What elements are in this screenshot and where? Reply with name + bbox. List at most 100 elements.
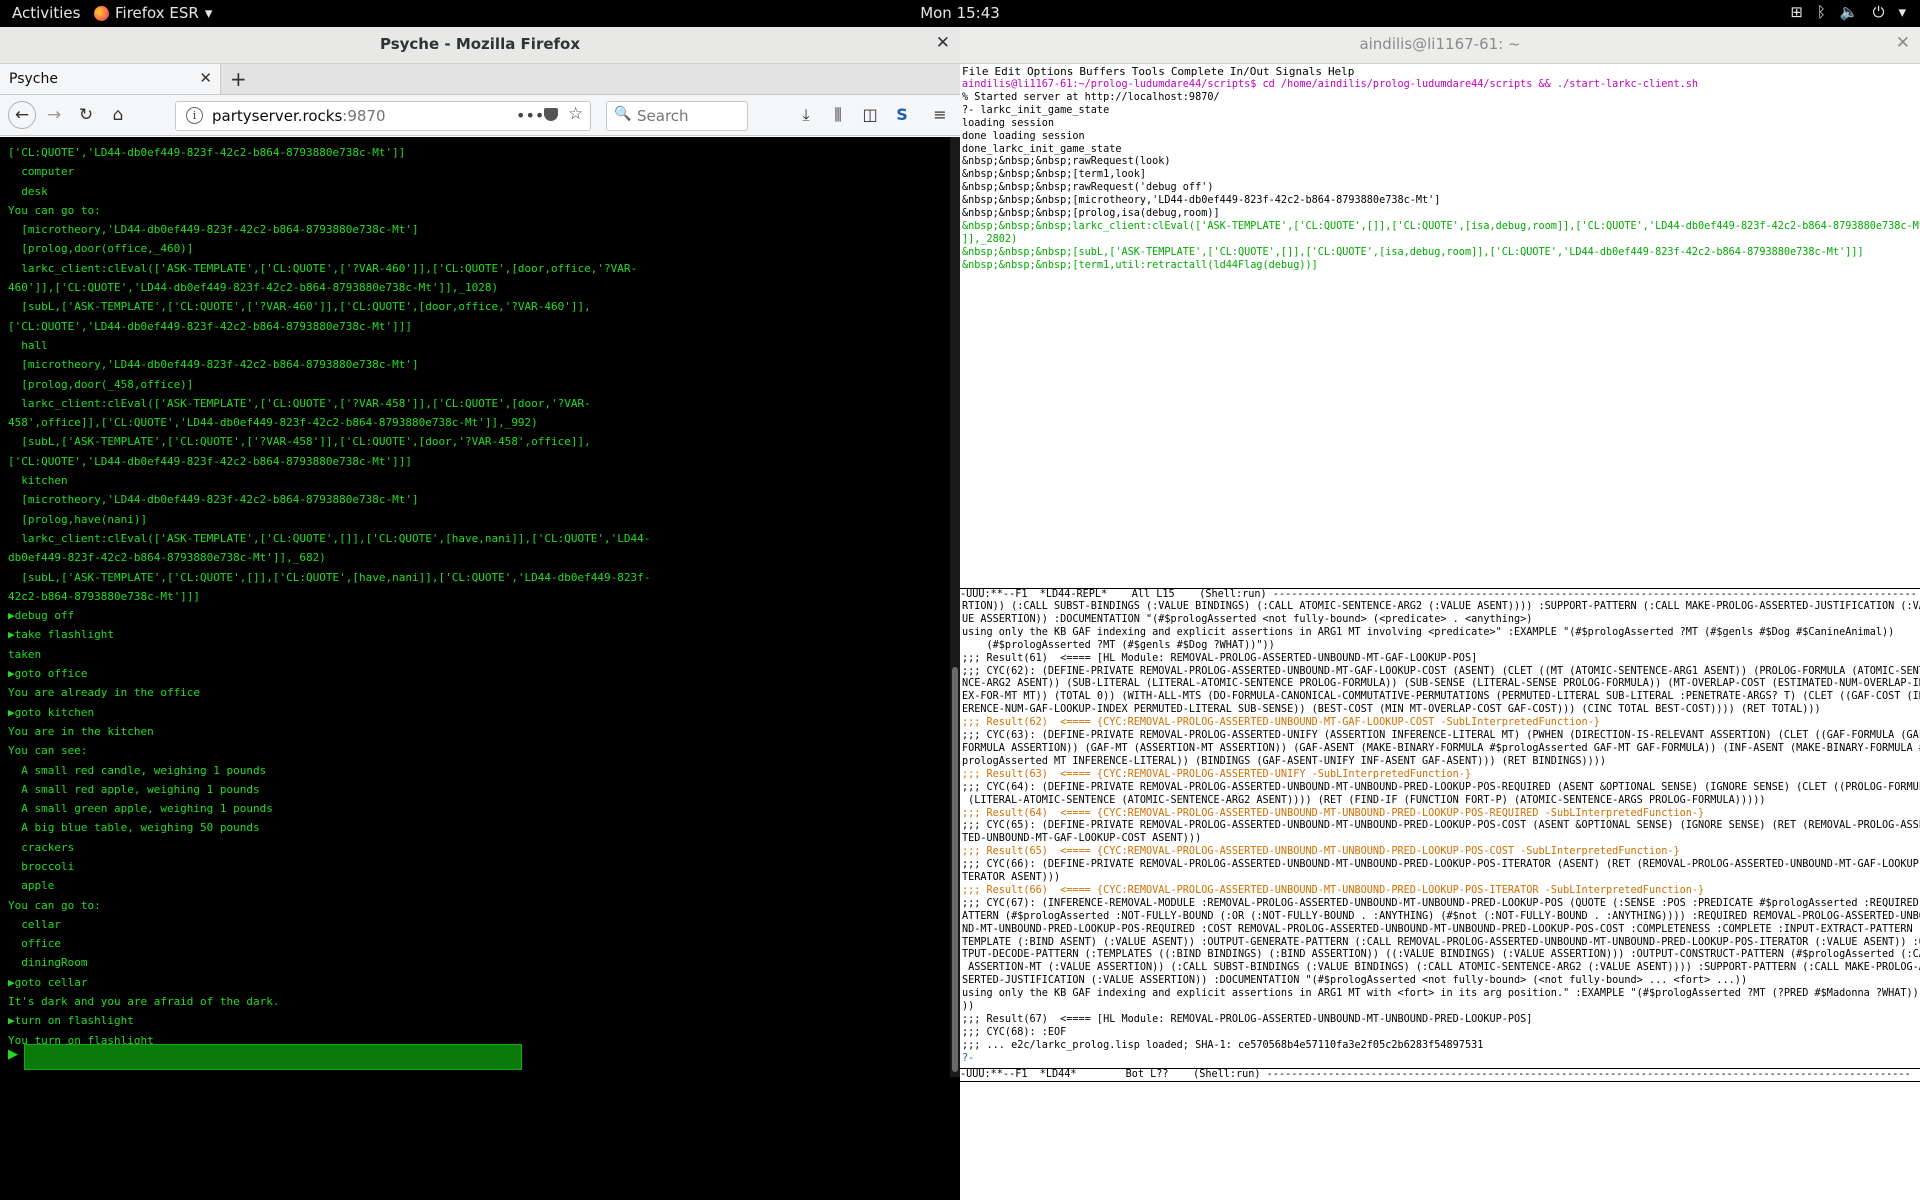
- game-line: A small red candle, weighing 1 pounds: [8, 763, 267, 777]
- tab-strip: Psyche ✕ +: [0, 64, 960, 95]
- tab-psyche[interactable]: Psyche ✕: [0, 64, 221, 94]
- close-icon[interactable]: ✕: [936, 33, 950, 53]
- shell-buffer-text: RTION)) (:CALL SUBST-BINDINGS (:VALUE BI…: [960, 601, 1920, 1066]
- game-line: cellar: [8, 917, 61, 931]
- buffer-line: &nbsp;&nbsp;&nbsp;[term1,util:retractall…: [962, 259, 1318, 271]
- info-icon[interactable]: i: [186, 107, 203, 124]
- app-menu[interactable]: Firefox ESR ▾: [94, 4, 212, 22]
- repl-buffer-text: aindilis@li1167-61:~/prolog-ludumdare44/…: [960, 79, 1920, 273]
- buffer-line: TED-UNBOUND-MT-GAF-LOOKUP-COST ASENT))): [962, 833, 1202, 845]
- buffer-line: EX-FOR-MT MT)) (TOTAL 0)) (WITH-ALL-MTS …: [962, 691, 1920, 703]
- buffer-line: &nbsp;&nbsp;&nbsp;[subL,['ASK-TEMPLATE',…: [962, 246, 1864, 258]
- game-line: A small green apple, weighing 1 pounds: [8, 802, 273, 816]
- buffer-line: ;;; Result(64) <==== {CYC:REMOVAL-PROLOG…: [962, 807, 1705, 819]
- buffer-line: ;;; CYC(67): (INFERENCE-REMOVAL-MODULE :…: [962, 897, 1920, 909]
- game-line: [microtheory,'LD44-db0ef449-823f-42c2-b8…: [8, 223, 419, 237]
- menu-item-tools[interactable]: Tools: [1132, 65, 1165, 78]
- window-title: Psyche - Mozilla Firefox: [379, 35, 581, 53]
- game-line: [microtheory,'LD44-db0ef449-823f-42c2-b8…: [8, 358, 419, 372]
- game-line: hall: [8, 338, 48, 352]
- menu-item-options[interactable]: Options: [1027, 65, 1073, 78]
- buffer-line: done loading session: [962, 130, 1085, 142]
- game-line: 458',office]],['CL:QUOTE','LD44-db0ef449…: [8, 416, 538, 430]
- page-actions-icon[interactable]: •••: [516, 106, 544, 125]
- buffer-line: done_larkc_init_game_state: [962, 143, 1122, 155]
- close-icon[interactable]: ✕: [1896, 33, 1910, 53]
- close-tab-icon[interactable]: ✕: [199, 69, 212, 87]
- game-line: taken: [8, 647, 42, 661]
- menu-item-edit[interactable]: Edit: [995, 65, 1022, 78]
- menu-item-file[interactable]: File: [962, 65, 989, 78]
- game-line: office: [8, 937, 61, 951]
- search-bar[interactable]: 🔍: [606, 101, 748, 131]
- buffer-line: &nbsp;&nbsp;&nbsp;larkc_client:clEval(['…: [962, 220, 1920, 232]
- buffer-line: FORMULA ASSERTION)) (GAF-MT (ASSERTION-M…: [962, 742, 1920, 754]
- game-line: ▶take flashlight: [8, 628, 114, 642]
- buffer-line: ATTERN (#$prologAsserted :NOT-FULLY-BOUN…: [962, 910, 1920, 922]
- game-line: A small red apple, weighing 1 pounds: [8, 782, 260, 796]
- scrollbar[interactable]: [950, 137, 960, 1077]
- game-line: A big blue table, weighing 50 pounds: [8, 821, 260, 835]
- buffer-line: ERENCE-NUM-GAF-LOOKUP-INDEX PERMUTED-LIT…: [962, 704, 1821, 716]
- activities-button[interactable]: Activities: [12, 4, 80, 22]
- new-tab-icon[interactable]: +: [230, 67, 247, 91]
- menu-item-help[interactable]: Help: [1328, 65, 1355, 78]
- game-line: You are already in the office: [8, 686, 201, 700]
- pocket-icon[interactable]: [544, 108, 558, 121]
- modeline-repl[interactable]: -UUU:**--F1 *LD44-REPL* All L15 (Shell:r…: [960, 588, 1920, 602]
- back-icon[interactable]: ←: [8, 101, 36, 129]
- sidebar-icon[interactable]: ◫: [858, 103, 882, 127]
- buffer-line: SERTED-JUSTIFICATION (:VALUE ASSERTION))…: [962, 975, 1748, 987]
- repl-buffer[interactable]: aindilis@li1167-61:~/prolog-ludumdare44/…: [960, 79, 1920, 588]
- home-icon[interactable]: ⌂: [106, 103, 130, 127]
- reload-icon[interactable]: ↻: [74, 103, 98, 127]
- game-line: You can go to:: [8, 203, 101, 217]
- buffer-line: NCE-ARG2 ASENT)) (SUB-LITERAL (LITERAL-A…: [962, 678, 1920, 690]
- shell-buffer[interactable]: RTION)) (:CALL SUBST-BINDINGS (:VALUE BI…: [960, 601, 1920, 1068]
- game-line: ['CL:QUOTE','LD44-db0ef449-823f-42c2-b86…: [8, 454, 412, 468]
- menu-item-buffers[interactable]: Buffers: [1079, 65, 1125, 78]
- url-bar[interactable]: i partyserver.rocks:9870 ••• ☆: [175, 101, 591, 131]
- firefox-icon: [94, 5, 109, 21]
- buffer-line: ?- larkc_init_game_state: [962, 104, 1110, 116]
- command-input[interactable]: [24, 1044, 522, 1070]
- buffer-line: ;;; Result(62) <==== {CYC:REMOVAL-PROLOG…: [962, 717, 1600, 729]
- menu-item-complete[interactable]: Complete: [1171, 65, 1224, 78]
- extension-s-icon[interactable]: S: [890, 103, 914, 127]
- game-line: [microtheory,'LD44-db0ef449-823f-42c2-b8…: [8, 493, 419, 507]
- prompt-arrow-icon: ▶: [8, 1047, 18, 1062]
- menu-icon[interactable]: ≡: [928, 103, 952, 127]
- game-line: desk: [8, 184, 48, 198]
- buffer-line: &nbsp;&nbsp;&nbsp;rawRequest(look): [962, 156, 1171, 168]
- page-content: ['CL:QUOTE','LD44-db0ef449-823f-42c2-b86…: [0, 137, 960, 1200]
- forward-icon[interactable]: →: [42, 103, 66, 127]
- buffer-line: ;;; Result(63) <==== {CYC:REMOVAL-PROLOG…: [962, 768, 1472, 780]
- system-tray[interactable]: ⊞ ᛒ 🔈 ⏻ ▾: [1790, 3, 1906, 21]
- command-prompt: ▶: [8, 1044, 608, 1070]
- buffer-line: ;;; Result(65) <==== {CYC:REMOVAL-PROLOG…: [962, 846, 1680, 858]
- game-line: ▶turn on flashlight: [8, 1014, 134, 1028]
- scrollbar-thumb[interactable]: [952, 667, 958, 1072]
- library-icon[interactable]: ⫼: [826, 103, 850, 127]
- game-line: ▶goto kitchen: [8, 705, 95, 719]
- bluetooth-icon: ᛒ: [1816, 3, 1826, 21]
- bookmark-star-icon[interactable]: ☆: [568, 104, 583, 124]
- buffer-line: ;;; CYC(62): (DEFINE-PRIVATE REMOVAL-PRO…: [962, 665, 1920, 677]
- modeline-shell[interactable]: -UUU:**--F1 *LD44* Bot L?? (Shell:run) -…: [960, 1068, 1920, 1082]
- game-line: larkc_client:clEval(['ASK-TEMPLATE',['CL…: [8, 396, 591, 410]
- buffer-line: RTION)) (:CALL SUBST-BINDINGS (:VALUE BI…: [962, 601, 1920, 612]
- search-input[interactable]: [635, 106, 743, 126]
- downloads-icon[interactable]: ⤓: [794, 103, 818, 127]
- game-line: apple: [8, 879, 55, 893]
- buffer-line: &nbsp;&nbsp;&nbsp;rawRequest('debug off'…: [962, 182, 1214, 194]
- clock[interactable]: Mon 15:43: [920, 4, 1000, 22]
- menu-item-signals[interactable]: Signals: [1276, 65, 1322, 78]
- game-line: kitchen: [8, 474, 68, 488]
- buffer-line: (LITERAL-ATOMIC-SENTENCE (ATOMIC-SENTENC…: [962, 794, 1766, 806]
- game-line: [subL,['ASK-TEMPLATE',['CL:QUOTE',['?VAR…: [8, 435, 591, 449]
- game-line: 42c2-b864-8793880e738c-Mt']]]: [8, 589, 201, 603]
- game-line: ▶goto cellar: [8, 975, 88, 989]
- url-host: partyserver.rocks: [212, 107, 343, 125]
- menu-item-inout[interactable]: In/Out: [1230, 65, 1270, 78]
- window-title: aindilis@li1167-61: ~: [1359, 35, 1521, 53]
